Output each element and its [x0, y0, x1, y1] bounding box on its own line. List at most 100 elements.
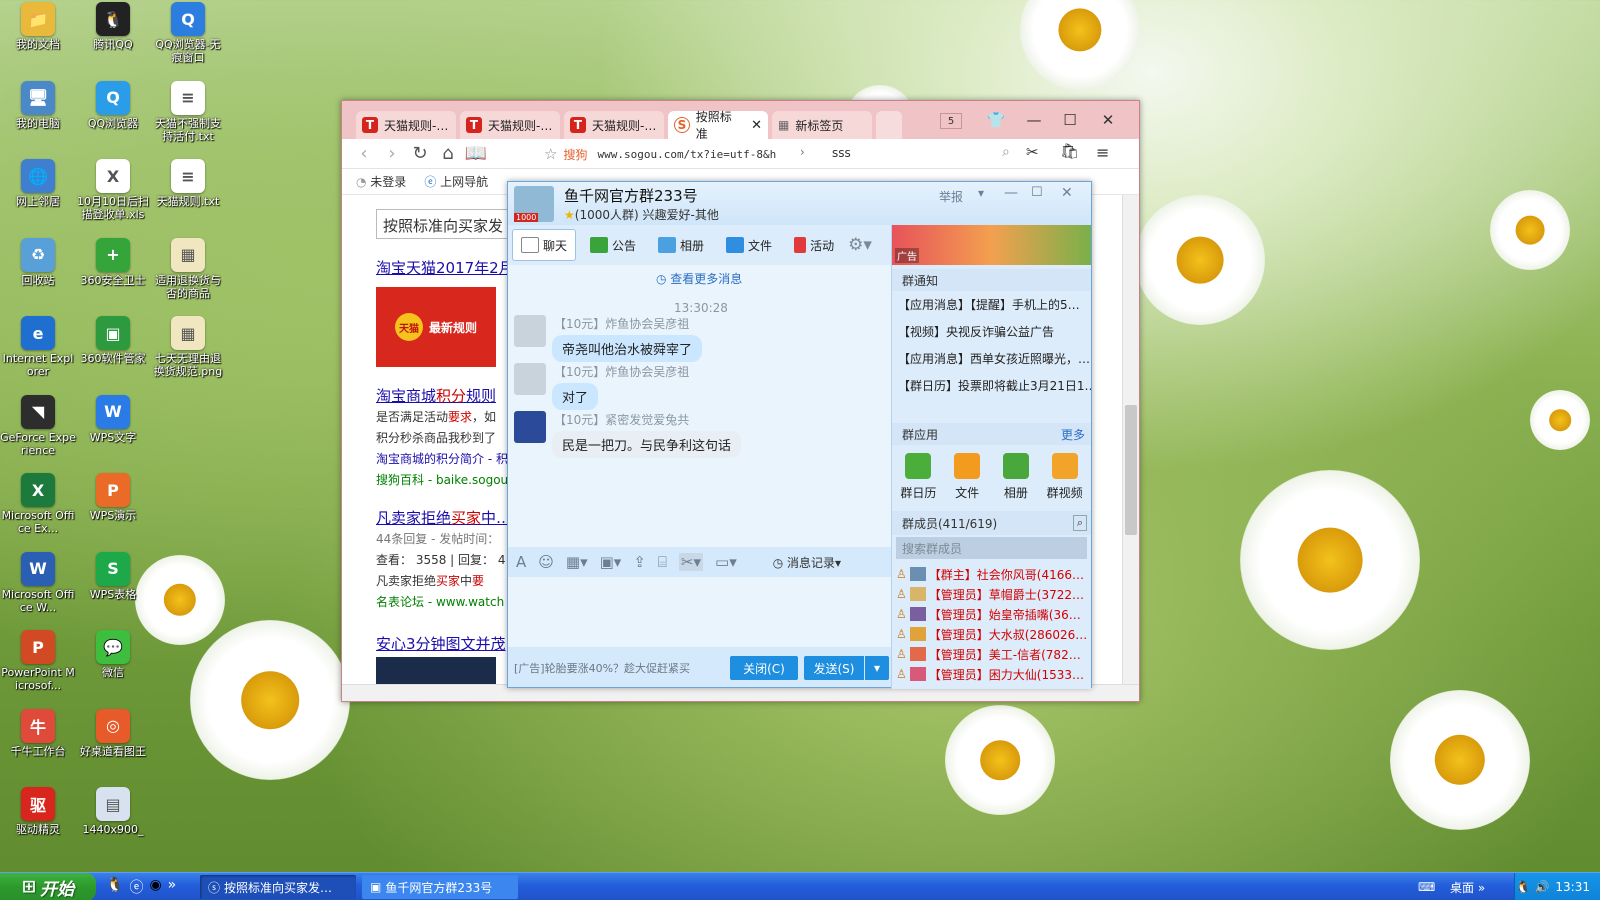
reader-icon[interactable]: 📖 [462, 140, 490, 168]
ad-text[interactable]: [广告]轮胎要涨40%？趁大促赶紧买 [514, 660, 724, 676]
avatar[interactable] [514, 411, 546, 443]
report-button[interactable]: 举报 [939, 188, 963, 205]
notice-item[interactable]: 【视频】央视反诈骗公益广告 [892, 318, 1091, 345]
member-item[interactable]: ♙ 【管理员】 草帽爵士(3722… [892, 584, 1091, 604]
close-button[interactable]: 关闭(C) [730, 656, 798, 680]
bookmark-nav[interactable]: ⓔ 上网导航 [424, 173, 488, 190]
desktop-icon[interactable]: ▦ 适用退换货与否的商品 [150, 237, 226, 300]
desktop-icon[interactable]: P PowerPoint Microsof... [0, 630, 76, 692]
task-qq-group[interactable]: ▣ 鱼千网官方群233号 [362, 875, 518, 899]
desktop-icon[interactable]: 牛千牛工作台 [0, 708, 76, 758]
query-input[interactable]: 按照标准向买家发 [376, 209, 516, 239]
desktop-icon[interactable]: X Microsoft Office Ex... [0, 473, 76, 535]
desktop-icon[interactable]: e Internet Explorer [0, 316, 76, 378]
bag-icon[interactable]: 🛍 [1060, 142, 1079, 160]
maximize-icon[interactable]: ☐ [1031, 185, 1043, 200]
more-apps-link[interactable]: 更多 [1061, 426, 1085, 443]
desktop-icon[interactable]: 🖥 我的电脑 [0, 80, 76, 130]
desktop-icon[interactable]: Q QQ浏览器-无痕窗口 [150, 2, 226, 64]
desktop-icon[interactable]: S WPS表格 [75, 551, 151, 601]
result-title-1[interactable]: 淘宝天猫2017年2月 [376, 257, 514, 278]
start-button[interactable]: ⊞ 开始 [0, 873, 96, 900]
search-input[interactable]: sss [832, 146, 851, 160]
desktop-icon[interactable]: ▣ 360软件管家 [75, 316, 151, 365]
shirt-icon[interactable]: 👕 [984, 109, 1008, 131]
app-files[interactable]: 文件 [944, 453, 990, 511]
ie-icon[interactable]: ⓔ [129, 877, 143, 897]
image-icon[interactable]: ▣▾ [600, 553, 622, 571]
member-item[interactable]: ♙ 【管理员】 大水叔(286026… [892, 624, 1091, 644]
desktop-icon[interactable]: 💬 微信 [75, 630, 151, 679]
star-icon[interactable]: ☆ [544, 145, 557, 163]
more-icon[interactable]: ▭▾ [715, 553, 737, 571]
desktop-icon[interactable]: X 10月10日后扫描登收单.xls [75, 159, 151, 221]
desktop-icon[interactable]: ◎ 好桌道看图王 [75, 708, 151, 758]
desktop-icon[interactable]: ▦ 七天无理由退换货规范.png [150, 316, 226, 378]
tab-chat[interactable]: 聊天 [512, 229, 577, 261]
minimize-icon[interactable]: — [1022, 109, 1046, 131]
result-title-3[interactable]: 凡卖家拒绝买家中… [376, 507, 511, 528]
desktop-icon[interactable]: P WPS演示 [75, 473, 151, 522]
forward-icon[interactable]: › [378, 140, 406, 168]
tab-album[interactable]: 相册 [650, 229, 712, 261]
member-search-input[interactable]: 搜索群成员 [896, 537, 1087, 559]
qq-icon[interactable]: 🐧 [106, 877, 123, 897]
result-thumbnail-4[interactable] [376, 657, 496, 684]
notice-item[interactable]: 【群日历】投票即将截止3月21日1… [892, 372, 1091, 399]
desktop-icon[interactable]: ▤ 1440x900_ [75, 787, 151, 836]
result-title-4[interactable]: 安心3分钟图文并茂 [376, 633, 506, 654]
sound-icon[interactable]: 🔊 [1534, 880, 1549, 894]
desktop-icon[interactable]: W WPS文字 [75, 394, 151, 444]
member-item[interactable]: ♙ 【管理员】 美工-信者(782… [892, 644, 1091, 664]
desktop-icon[interactable]: 🐧 腾讯QQ [75, 2, 151, 51]
scroll-thumb[interactable] [1125, 405, 1137, 535]
avatar[interactable] [514, 315, 546, 347]
emoji-icon[interactable]: ☺ [538, 553, 554, 571]
scissors-icon[interactable]: ✂ [1026, 143, 1039, 161]
avatar[interactable] [514, 363, 546, 395]
font-icon[interactable]: A [516, 553, 526, 571]
refresh-icon[interactable]: ↻ [406, 140, 434, 168]
tab-sogou-search[interactable]: S 按照标准 ✕ [668, 110, 768, 141]
desktop-icon[interactable]: 驱驱动精灵 [0, 787, 76, 836]
tab-tmall-rules-2[interactable]: T 天猫规则-… [460, 111, 560, 139]
screenshot-icon[interactable]: ✂▾ [678, 553, 704, 571]
notice-item[interactable]: 【应用消息】西单女孩近照曝光，… [892, 345, 1091, 372]
tmall-banner[interactable]: 天猫 最新规则 [376, 287, 496, 367]
upload-icon[interactable]: ⇪ [633, 553, 646, 571]
send-options-icon[interactable]: ▾ [865, 656, 889, 680]
chevron-right-icon[interactable]: » [168, 877, 177, 897]
history-button[interactable]: ◷ 消息记录▾ [773, 554, 841, 571]
maximize-icon[interactable]: ☐ [1058, 109, 1082, 131]
close-window-icon[interactable]: ✕ [1096, 109, 1120, 131]
sticker-icon[interactable]: ▦▾ [566, 553, 588, 571]
desktop-icon[interactable]: 📁 我的文档 [0, 2, 76, 51]
desktop-icon[interactable]: ≡ 天猫不强制支持活付.txt [150, 80, 226, 143]
search-icon[interactable]: ⌕ [1002, 144, 1010, 160]
home-icon[interactable]: ⌂ [434, 140, 462, 168]
tab-new-tab[interactable]: ▦ 新标签页 [772, 111, 872, 139]
search-icon[interactable]: ⌕ [1072, 515, 1087, 531]
address-bar[interactable]: ☆ 搜狗 www.sogou.com/tx?ie=utf-8&h [544, 142, 822, 166]
send-button[interactable]: 发送(S) [804, 656, 864, 680]
app-video[interactable]: 群视频 [1042, 453, 1088, 511]
keyboard-icon[interactable]: ⌨ [1418, 880, 1435, 894]
desktop-icon[interactable]: +360安全卫士 [75, 237, 151, 287]
notice-item[interactable]: 【应用消息】【提醒】手机上的5… [892, 291, 1091, 318]
minimize-icon[interactable]: — [1004, 185, 1018, 201]
chevron-right-icon[interactable]: › [800, 145, 805, 159]
member-item[interactable]: ♙ 【群主】 社会你风哥(4166… [892, 564, 1091, 584]
new-tab-button[interactable] [876, 111, 902, 139]
result-title-2[interactable]: 淘宝商城积分规则 [376, 385, 496, 406]
ad-banner[interactable]: 广告 [892, 225, 1091, 265]
chevron-down-icon[interactable]: ▾ [978, 186, 984, 200]
member-item[interactable]: ♙ 【管理员】 困力大仙(1533… [892, 664, 1091, 684]
tab-activity[interactable]: 活动 [786, 229, 842, 261]
close-tab-icon[interactable]: ✕ [751, 118, 762, 133]
menu-icon[interactable]: ≡ [1096, 143, 1109, 162]
360-icon[interactable]: ◉ [149, 877, 161, 897]
tab-files[interactable]: 文件 [718, 229, 780, 261]
tab-tmall-rules-1[interactable]: T 天猫规则-… [356, 111, 456, 139]
tab-announcement[interactable]: 公告 [582, 229, 644, 261]
tab-tmall-rules-3[interactable]: T 天猫规则-… [564, 111, 664, 139]
